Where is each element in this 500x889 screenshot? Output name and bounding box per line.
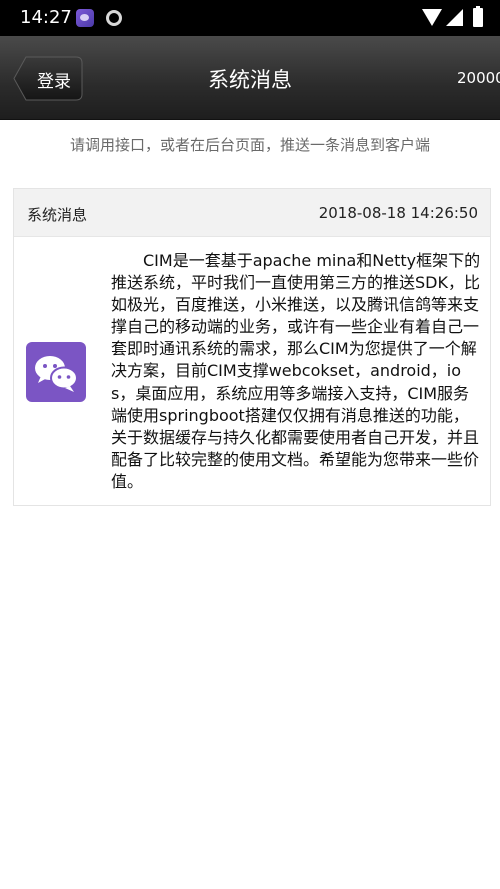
status-time: 14:27 (20, 7, 72, 28)
signal-icon (446, 9, 463, 26)
message-header: 系统消息 2018-08-18 14:26:50 (14, 189, 490, 237)
hint-text: 请调用接口，或者在后台页面，推送一条消息到客户端 (69, 136, 430, 154)
wifi-icon (422, 9, 442, 26)
app-bar-right-text: 20000 (457, 69, 500, 87)
status-bar: 14:27 (0, 0, 500, 36)
message-timestamp: 2018-08-18 14:26:50 (318, 204, 478, 222)
app-bar: 登录 系统消息 20000 (0, 36, 500, 120)
message-title: 系统消息 (27, 206, 88, 224)
app-notification-icon (76, 9, 94, 27)
message-card[interactable]: 系统消息 2018-08-18 14:26:50 CIM是一套基于apache … (13, 188, 491, 506)
page-title: 系统消息 (208, 68, 292, 92)
battery-icon (473, 6, 483, 27)
message-body: CIM是一套基于apache mina和Netty框架下的推送系统，平时我们一直… (111, 251, 481, 491)
chat-bubbles-icon (26, 342, 86, 402)
circle-status-icon (106, 10, 122, 26)
